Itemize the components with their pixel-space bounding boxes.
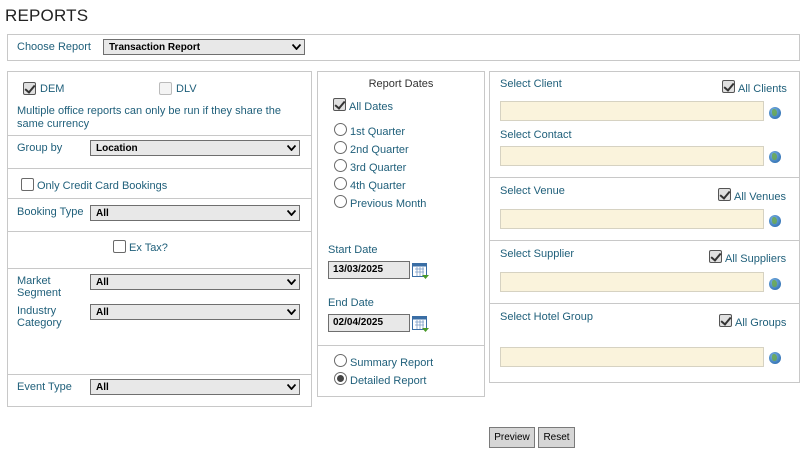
booking-type-select[interactable]: All — [90, 205, 300, 221]
choose-report-label: Choose Report — [17, 41, 91, 53]
choose-report-value: Transaction Report — [109, 42, 201, 53]
divider — [8, 168, 311, 169]
hotel-group-input[interactable] — [500, 347, 764, 367]
detailed-report-label: Detailed Report — [350, 375, 427, 387]
all-groups-checkbox[interactable] — [719, 314, 732, 327]
venue-input[interactable] — [500, 209, 764, 229]
chevron-down-icon — [292, 44, 301, 50]
end-date-input[interactable]: 02/04/2025 — [328, 314, 410, 332]
choose-report-bar: Choose Report Transaction Report — [7, 34, 800, 61]
select-contact-label: Select Contact — [500, 129, 572, 141]
contact-input[interactable] — [500, 146, 764, 166]
detailed-report-radio[interactable] — [334, 372, 347, 385]
all-venues-checkbox[interactable] — [718, 188, 731, 201]
previous-month-radio[interactable] — [334, 195, 347, 208]
calendar-icon[interactable] — [412, 262, 430, 279]
globe-icon[interactable] — [769, 215, 781, 227]
choose-report-select[interactable]: Transaction Report — [103, 39, 305, 55]
all-dates-checkbox[interactable] — [333, 98, 346, 111]
dlv-checkbox[interactable] — [159, 82, 172, 95]
globe-icon[interactable] — [769, 352, 781, 364]
group-by-label: Group by — [17, 142, 63, 154]
group-by-select[interactable]: Location — [90, 140, 300, 156]
chevron-down-icon — [287, 279, 296, 285]
industry-category-label: Industry Category — [17, 305, 62, 329]
dlv-label: DLV — [176, 83, 197, 95]
office-currency-note: Multiple office reports can only be run … — [17, 105, 281, 130]
start-date-label: Start Date — [328, 244, 378, 256]
select-venue-label: Select Venue — [500, 185, 565, 197]
chevron-down-icon — [287, 210, 296, 216]
event-type-label: Event Type — [17, 381, 72, 393]
start-date-input[interactable]: 13/03/2025 — [328, 261, 410, 279]
calendar-icon[interactable] — [412, 315, 430, 332]
all-dates-label: All Dates — [349, 101, 394, 113]
select-supplier-label: Select Supplier — [500, 248, 574, 260]
summary-report-label: Summary Report — [350, 357, 434, 369]
credit-card-label: Only Credit Card Bookings — [37, 180, 168, 192]
market-segment-value: All — [96, 277, 109, 288]
all-suppliers-label: All Suppliers — [725, 253, 787, 265]
divider — [490, 177, 799, 178]
globe-icon[interactable] — [769, 278, 781, 290]
first-quarter-label: 1st Quarter — [350, 126, 406, 138]
first-quarter-radio[interactable] — [334, 123, 347, 136]
divider — [318, 345, 484, 346]
event-type-value: All — [96, 382, 109, 393]
divider — [8, 135, 311, 136]
report-dates-heading: Report Dates — [368, 78, 434, 90]
select-client-label: Select Client — [500, 78, 562, 90]
third-quarter-radio[interactable] — [334, 159, 347, 172]
all-venues-label: All Venues — [734, 191, 786, 203]
supplier-input[interactable] — [500, 272, 764, 292]
ex-tax-checkbox[interactable] — [113, 240, 126, 253]
divider — [8, 374, 311, 375]
market-segment-label: Market Segment — [17, 275, 62, 299]
ex-tax-label: Ex Tax? — [129, 242, 168, 254]
filters-panel: DEM DLV Multiple office reports can only… — [7, 71, 312, 407]
second-quarter-label: 2nd Quarter — [350, 144, 409, 156]
divider — [8, 198, 311, 199]
all-groups-label: All Groups — [735, 317, 787, 329]
reset-button[interactable]: Reset — [538, 427, 575, 448]
third-quarter-label: 3rd Quarter — [350, 162, 407, 174]
divider — [490, 303, 799, 304]
divider — [8, 231, 311, 232]
summary-report-radio[interactable] — [334, 354, 347, 367]
second-quarter-radio[interactable] — [334, 141, 347, 154]
industry-category-value: All — [96, 307, 109, 318]
industry-category-select[interactable]: All — [90, 304, 300, 320]
all-clients-label: All Clients — [738, 83, 787, 95]
select-hotel-group-label: Select Hotel Group — [500, 311, 593, 323]
group-by-value: Location — [96, 143, 138, 154]
all-suppliers-checkbox[interactable] — [709, 250, 722, 263]
report-dates-panel: Report Dates All Dates 1st Quarter 2nd Q… — [317, 71, 485, 397]
dem-checkbox[interactable] — [23, 82, 36, 95]
previous-month-label: Previous Month — [350, 198, 427, 210]
event-type-select[interactable]: All — [90, 379, 300, 395]
globe-icon[interactable] — [769, 107, 781, 119]
selection-panel: Select Client All Clients Select Contact… — [489, 71, 800, 383]
divider — [490, 240, 799, 241]
fourth-quarter-radio[interactable] — [334, 177, 347, 190]
end-date-label: End Date — [328, 297, 374, 309]
chevron-down-icon — [287, 384, 296, 390]
all-clients-checkbox[interactable] — [722, 80, 735, 93]
globe-icon[interactable] — [769, 151, 781, 163]
market-segment-select[interactable]: All — [90, 274, 300, 290]
page-title: REPORTS — [5, 6, 89, 25]
booking-type-label: Booking Type — [17, 206, 84, 218]
divider — [8, 268, 311, 269]
chevron-down-icon — [287, 309, 296, 315]
fourth-quarter-label: 4th Quarter — [350, 180, 406, 192]
booking-type-value: All — [96, 208, 109, 219]
credit-card-checkbox[interactable] — [21, 178, 34, 191]
preview-button[interactable]: Preview — [489, 427, 535, 448]
dem-label: DEM — [40, 83, 65, 95]
client-input[interactable] — [500, 101, 764, 121]
chevron-down-icon — [287, 145, 296, 151]
